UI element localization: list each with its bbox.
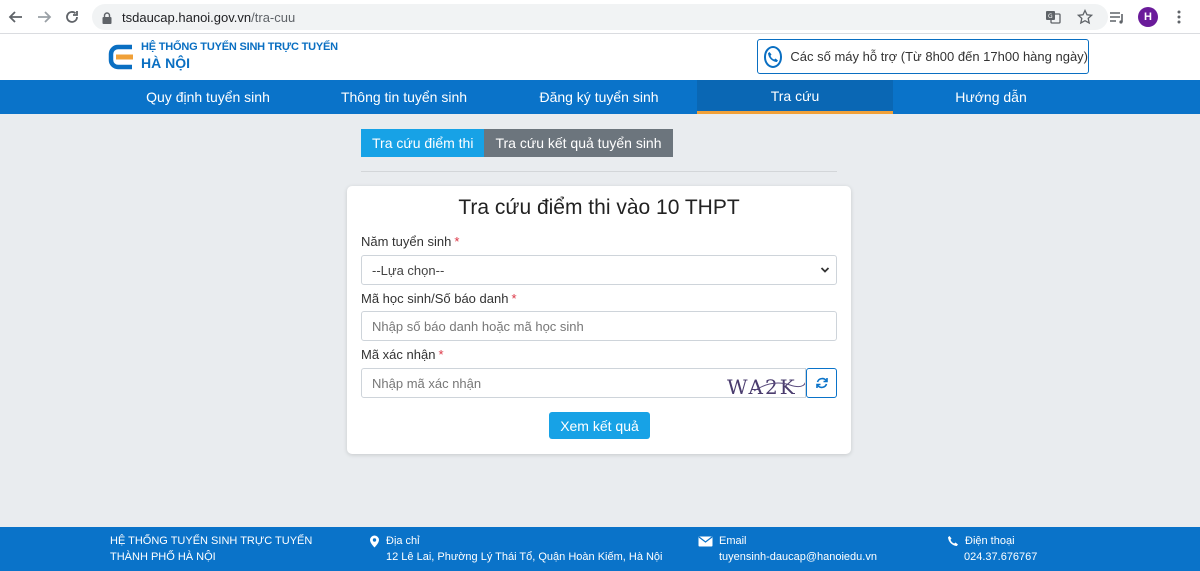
student-id-input[interactable]: Nhập số báo danh hoặc mã học sinh [361,311,837,341]
tab-exam-scores[interactable]: Tra cứu điểm thi [361,129,485,157]
browser-toolbar: tsdaucap.hanoi.gov.vn/tra-cuu G H [0,0,1200,34]
refresh-captcha-button[interactable] [806,368,837,398]
phone-icon [764,45,783,68]
form-title: Tra cứu điểm thi vào 10 THPT [458,196,740,219]
logo-e-icon [108,44,133,70]
year-select-value: --Lựa chọn-- [372,262,445,278]
captcha-label: Mã xác nhận * [361,347,444,362]
lookup-form-card: Tra cứu điểm thi vào 10 THPT Năm tuyển s… [347,186,851,454]
nav-item-admission-info[interactable]: Thông tin tuyển sinh [306,80,502,114]
logo-subtitle: HÀ NỘI [141,55,190,71]
address-bar[interactable]: tsdaucap.hanoi.gov.vn/tra-cuu [92,4,1108,30]
star-icon[interactable] [1074,6,1096,28]
translate-icon[interactable]: G [1042,6,1064,28]
back-icon[interactable] [2,3,30,31]
captcha-placeholder: Nhập mã xác nhận [372,375,482,391]
logo-title: HỆ THỐNG TUYỂN SINH TRỰC TUYẾN [141,41,338,53]
year-label-text: Năm tuyển sinh [361,234,452,249]
profile-avatar[interactable]: H [1138,7,1158,27]
site-logo[interactable]: HỆ THỐNG TUYỂN SINH TRỰC TUYẾN HÀ NỘI [108,40,338,74]
student-id-label-text: Mã học sinh/Số báo danh [361,291,509,306]
footer-org: HỆ THỐNG TUYỂN SINH TRỰC TUYẾN THÀNH PHỐ… [110,535,313,563]
reading-list-icon[interactable] [1106,6,1128,28]
footer-phone-label: Điện thoại [965,535,1015,547]
captcha-label-text: Mã xác nhận [361,347,436,362]
support-text: Các số máy hỗ trợ (Từ 8h00 đến 17h00 hàn… [790,49,1088,64]
nav-item-regulations[interactable]: Quy định tuyển sinh [110,80,306,114]
site-footer: HỆ THỐNG TUYỂN SINH TRỰC TUYẾN THÀNH PHỐ… [0,527,1200,571]
student-id-label: Mã học sinh/Số báo danh * [361,291,517,306]
captcha-input[interactable]: Nhập mã xác nhận [361,368,725,398]
footer-address: Địa chỉ 12 Lê Lai, Phường Lý Thái Tổ, Qu… [369,533,663,565]
footer-email-label: Email [719,535,747,547]
url-host: tsdaucap.hanoi.gov.vn [122,9,252,25]
tab-admission-results[interactable]: Tra cứu kết quả tuyển sinh [484,129,673,157]
lookup-tabs: Tra cứu điểm thi Tra cứu kết quả tuyển s… [361,129,673,157]
menu-icon[interactable] [1168,6,1190,28]
required-mark: * [438,347,444,362]
map-pin-icon [370,535,379,547]
required-mark: * [511,291,517,306]
year-label: Năm tuyển sinh * [361,234,459,249]
browser-actions: G H [1042,4,1190,30]
footer-phone: Điện thoại 024.37.676767 [947,533,1037,565]
nav-item-guide[interactable]: Hướng dẫn [893,80,1089,114]
footer-email: Email tuyensinh-daucap@hanoiedu.vn [698,533,877,565]
envelope-icon [698,536,713,546]
captcha-image: WA2K [724,368,806,398]
chevron-down-icon [820,267,830,273]
footer-address-value: 12 Lê Lai, Phường Lý Thái Tổ, Quận Hoàn … [386,551,663,563]
refresh-icon [815,377,828,389]
footer-address-label: Địa chỉ [386,535,420,547]
required-mark: * [454,234,460,249]
lock-icon [102,11,112,24]
forward-icon[interactable] [30,3,58,31]
site-header: HỆ THỐNG TUYỂN SINH TRỰC TUYẾN HÀ NỘI Cá… [0,34,1200,80]
year-select[interactable]: --Lựa chọn-- [361,255,837,285]
url-path: /tra-cuu [251,9,296,25]
divider [361,171,837,172]
nav-item-registration[interactable]: Đăng ký tuyển sinh [501,80,697,114]
phone-icon [948,536,958,546]
support-hotline[interactable]: Các số máy hỗ trợ (Từ 8h00 đến 17h00 hàn… [757,39,1089,74]
svg-text:G: G [1048,13,1053,20]
footer-email-value[interactable]: tuyensinh-daucap@hanoiedu.vn [698,549,877,565]
nav-item-lookup[interactable]: Tra cứu [697,80,893,114]
reload-icon[interactable] [58,3,86,31]
student-id-placeholder: Nhập số báo danh hoặc mã học sinh [372,318,584,334]
footer-phone-value: 024.37.676767 [964,551,1038,563]
main-nav: Quy định tuyển sinh Thông tin tuyển sinh… [0,80,1200,114]
view-results-button[interactable]: Xem kết quả [549,412,650,439]
